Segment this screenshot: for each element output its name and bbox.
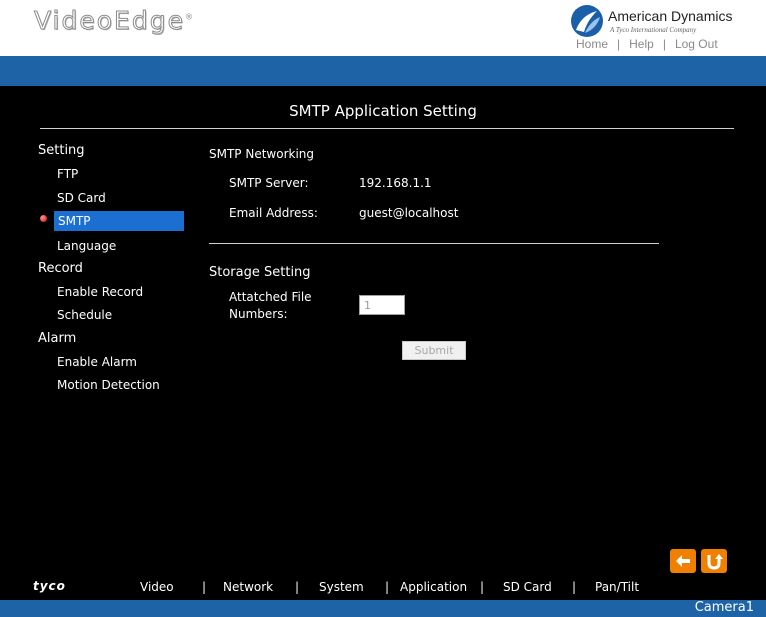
- top-links: Home | Help | Log Out: [576, 37, 718, 51]
- bottom-blue-bar: [0, 600, 766, 617]
- nav-pan-tilt[interactable]: Pan/Tilt: [595, 580, 639, 594]
- page-title: SMTP Application Setting: [289, 102, 477, 120]
- american-dynamics-logo-icon: [571, 5, 603, 37]
- nav-sd-card[interactable]: SD Card: [503, 580, 552, 594]
- help-link[interactable]: Help: [629, 37, 654, 51]
- back-button[interactable]: [670, 549, 696, 573]
- smtp-server-value: 192.168.1.1: [359, 176, 432, 190]
- camera-label: Camera1: [694, 600, 754, 615]
- sidebar-section-record: Record: [38, 261, 83, 276]
- refresh-button[interactable]: [701, 549, 727, 573]
- sidebar-item-language[interactable]: Language: [57, 239, 116, 253]
- header: VideoEdge® American Dynamics A Tyco Inte…: [0, 0, 766, 56]
- storage-setting-heading: Storage Setting: [209, 265, 311, 280]
- attached-file-numbers-input[interactable]: [359, 295, 405, 315]
- brand-registered-mark: ®: [184, 12, 195, 22]
- nav-application[interactable]: Application: [400, 580, 467, 594]
- sidebar-item-smtp[interactable]: SMTP: [54, 211, 184, 231]
- u-turn-icon: [707, 554, 723, 570]
- nav-network[interactable]: Network: [223, 580, 273, 594]
- attached-file-label-line2: Numbers:: [229, 307, 288, 321]
- submit-button[interactable]: Submit: [402, 341, 466, 360]
- link-separator: |: [662, 37, 666, 51]
- sidebar-section-setting: Setting: [38, 143, 85, 158]
- nav-separator: |: [385, 580, 390, 594]
- nav-separator: |: [480, 580, 485, 594]
- nav-separator: |: [572, 580, 577, 594]
- brand-name: VideoEdge: [34, 6, 185, 36]
- sidebar-item-enable-record[interactable]: Enable Record: [57, 285, 143, 299]
- logout-link[interactable]: Log Out: [675, 37, 718, 51]
- sidebar-item-ftp[interactable]: FTP: [57, 167, 78, 181]
- nav-system[interactable]: System: [319, 580, 364, 594]
- smtp-networking-heading: SMTP Networking: [209, 147, 315, 161]
- sidebar-section-alarm: Alarm: [38, 331, 77, 346]
- nav-separator: |: [295, 580, 300, 594]
- sidebar-item-enable-alarm[interactable]: Enable Alarm: [57, 355, 137, 369]
- videoedge-logo: VideoEdge®: [34, 6, 195, 36]
- top-blue-bar: [0, 56, 766, 86]
- nav-video[interactable]: Video: [140, 580, 174, 594]
- tyco-logo: tyco: [33, 579, 66, 593]
- home-link[interactable]: Home: [576, 37, 608, 51]
- sidebar-item-motion-detection[interactable]: Motion Detection: [57, 378, 160, 392]
- sidebar-item-schedule[interactable]: Schedule: [57, 308, 112, 322]
- smtp-server-label: SMTP Server:: [229, 176, 309, 190]
- email-address-value: guest@localhost: [359, 206, 459, 220]
- arrow-left-icon: [676, 555, 690, 567]
- sidebar-item-sd-card[interactable]: SD Card: [57, 191, 106, 205]
- main-panel: [0, 86, 766, 600]
- company-name: American Dynamics: [608, 8, 733, 24]
- link-separator: |: [617, 37, 621, 51]
- nav-separator: |: [202, 580, 207, 594]
- section-divider: [209, 243, 659, 244]
- title-divider: [40, 128, 734, 129]
- email-address-label: Email Address:: [229, 206, 318, 220]
- company-tagline: A Tyco International Company: [610, 26, 697, 34]
- attached-file-label-line1: Attatched File: [229, 290, 312, 304]
- active-bullet-icon: [40, 215, 47, 222]
